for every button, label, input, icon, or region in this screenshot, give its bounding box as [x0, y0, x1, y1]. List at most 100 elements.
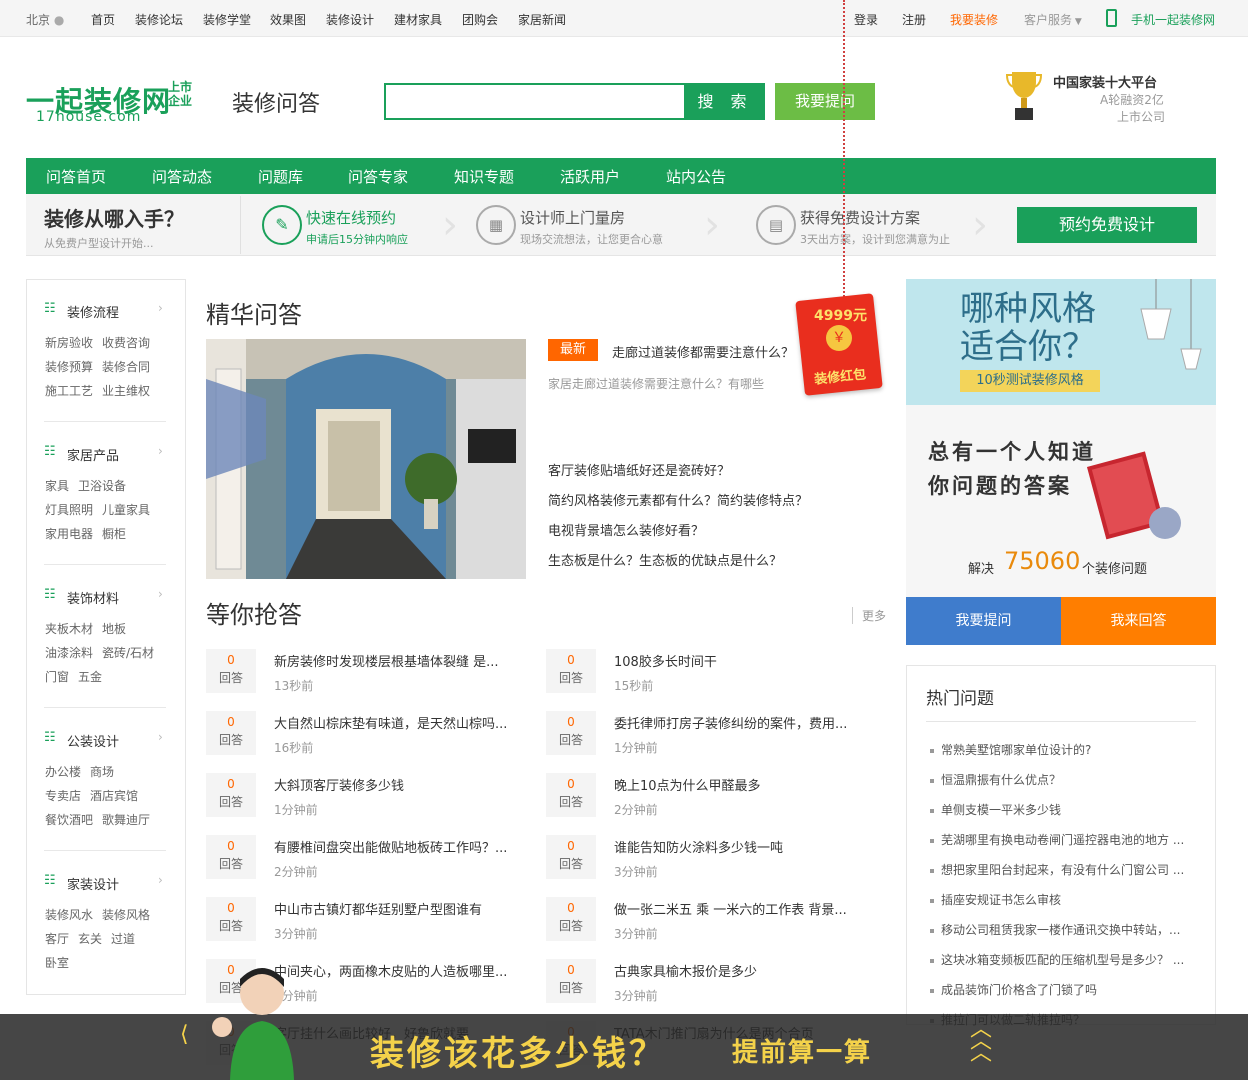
- tab-experts[interactable]: 问答专家: [348, 166, 408, 187]
- topnav-home[interactable]: 首页: [91, 11, 115, 28]
- sidebar-link[interactable]: 夹板木材: [45, 620, 93, 637]
- answer-count-box[interactable]: 0 回答: [206, 711, 256, 755]
- sidebar-link[interactable]: 门窗: [45, 668, 69, 685]
- sidebar-link[interactable]: 橱柜: [102, 525, 126, 542]
- question-link[interactable]: 谁能告知防火涂料多少钱一吨: [614, 837, 870, 856]
- question-link[interactable]: 中间夹心，两面橡木皮贴的人造板哪里...: [274, 961, 530, 980]
- tab-qa-home[interactable]: 问答首页: [46, 166, 106, 187]
- sidebar-link[interactable]: 餐饮酒吧: [45, 811, 93, 828]
- topnav-school[interactable]: 装修学堂: [203, 11, 251, 28]
- sidebar-link[interactable]: 装修预算: [45, 358, 93, 375]
- featured-link[interactable]: 客厅装修贴墙纸好还是瓷砖好？: [548, 460, 730, 479]
- featured-question-link[interactable]: 走廊过道装修都需要注意什么？: [612, 342, 794, 361]
- answer-count-box[interactable]: 0 回答: [546, 897, 596, 941]
- hot-question-link[interactable]: 想把家里阳台封起来，有没有什么门窗公司 ...: [930, 861, 1186, 878]
- sidebar-link[interactable]: 施工工艺: [45, 382, 93, 399]
- sidebar-category-title[interactable]: 公装设计: [67, 731, 119, 750]
- topnav-design[interactable]: 装修设计: [326, 11, 374, 28]
- topnav-groupbuy[interactable]: 团购会: [462, 11, 498, 28]
- mobile-site-link[interactable]: 手机一起装修网: [1131, 11, 1215, 28]
- hot-question-link[interactable]: 移动公司租赁我家一楼作通讯交换中转站，...: [930, 921, 1186, 938]
- answer-count-box[interactable]: 0 回答: [206, 835, 256, 879]
- question-link[interactable]: 古典家具榆木报价是多少: [614, 961, 870, 980]
- step3-title[interactable]: 获得免费设计方案: [800, 207, 920, 228]
- step2-title[interactable]: 设计师上门量房: [520, 207, 625, 228]
- question-link[interactable]: 大斜顶客厅装修多少钱: [274, 775, 530, 794]
- question-link[interactable]: 中山市古镇灯都华廷别墅户型图谁有: [274, 899, 530, 918]
- featured-link[interactable]: 电视背景墙怎么装修好看？: [548, 520, 704, 539]
- hot-question-link[interactable]: 成品装饰门价格含了门锁了吗: [930, 981, 1186, 998]
- search-input[interactable]: [384, 83, 686, 120]
- ask-question-side-button[interactable]: 我要提问: [906, 597, 1061, 645]
- sidebar-link[interactable]: 业主维权: [102, 382, 150, 399]
- sidebar-link[interactable]: 装修风格: [102, 906, 150, 923]
- hot-question-link[interactable]: 单侧支模一平米多少钱: [930, 801, 1186, 818]
- sidebar-link[interactable]: 酒店宾馆: [90, 787, 138, 804]
- tab-announcements[interactable]: 站内公告: [666, 166, 726, 187]
- sidebar-category-title[interactable]: 装饰材料: [67, 588, 119, 607]
- sidebar-link[interactable]: 五金: [78, 668, 102, 685]
- question-link[interactable]: 委托律师打房子装修纠纷的案件，费用...: [614, 713, 870, 732]
- sidebar-link[interactable]: 过道: [111, 930, 135, 947]
- sidebar-link[interactable]: 地板: [102, 620, 126, 637]
- sidebar-link[interactable]: 瓷砖/石材: [102, 644, 154, 661]
- question-link[interactable]: 108胶多长时间干: [614, 651, 870, 670]
- sidebar-link[interactable]: 装修风水: [45, 906, 93, 923]
- login-link[interactable]: 登录: [854, 11, 878, 28]
- answer-count-box[interactable]: 0 回答: [546, 649, 596, 693]
- more-link[interactable]: 更多: [852, 607, 886, 624]
- sidebar-link[interactable]: 油漆涂料: [45, 644, 93, 661]
- question-link[interactable]: 做一张二米五 乘 一米六的工作表 背景...: [614, 899, 870, 918]
- answer-count-box[interactable]: 0 回答: [206, 773, 256, 817]
- sidebar-category-title[interactable]: 家居产品: [67, 445, 119, 464]
- topnav-materials[interactable]: 建材家具: [394, 11, 442, 28]
- topnav-forum[interactable]: 装修论坛: [135, 11, 183, 28]
- hot-question-link[interactable]: 这块冰箱变频板匹配的压缩机型号是多少？ ...: [930, 951, 1186, 968]
- register-link[interactable]: 注册: [902, 11, 926, 28]
- sidebar-link[interactable]: 歌舞迪厅: [102, 811, 150, 828]
- answer-count-box[interactable]: 0 回答: [546, 773, 596, 817]
- sidebar-category-title[interactable]: 装修流程: [67, 302, 119, 321]
- answer-count-box[interactable]: 0 回答: [546, 959, 596, 1003]
- sidebar-link[interactable]: 客厅: [45, 930, 69, 947]
- sidebar-link[interactable]: 新房验收: [45, 334, 93, 351]
- hot-question-link[interactable]: 芜湖哪里有换电动卷闸门遥控器电池的地方 ...: [930, 831, 1186, 848]
- hot-question-link[interactable]: 恒温鼎振有什么优点？: [930, 771, 1186, 788]
- tab-question-bank[interactable]: 问题库: [258, 166, 303, 187]
- sidebar-link[interactable]: 儿童家具: [102, 501, 150, 518]
- city-selector[interactable]: 北京 ●: [26, 11, 64, 28]
- ask-question-button[interactable]: 我要提问: [775, 83, 875, 120]
- question-link[interactable]: 晚上10点为什么甲醛最多: [614, 775, 870, 794]
- featured-link[interactable]: 生态板是什么？生态板的优缺点是什么？: [548, 550, 782, 569]
- hot-question-link[interactable]: 常熟美墅馆哪家单位设计的?: [930, 741, 1186, 758]
- sidebar-link[interactable]: 家具: [45, 477, 69, 494]
- sidebar-link[interactable]: 卧室: [45, 954, 69, 971]
- topnav-gallery[interactable]: 效果图: [270, 11, 306, 28]
- tab-active-users[interactable]: 活跃用户: [560, 166, 620, 187]
- sidebar-link[interactable]: 装修合同: [102, 358, 150, 375]
- featured-link[interactable]: 简约风格装修元素都有什么？简约装修特点？: [548, 490, 808, 509]
- answer-count-box[interactable]: 0 回答: [206, 897, 256, 941]
- featured-image[interactable]: [206, 339, 526, 579]
- tab-qa-dynamics[interactable]: 问答动态: [152, 166, 212, 187]
- answer-question-button[interactable]: 我来回答: [1061, 597, 1216, 645]
- sidebar-link[interactable]: 专卖店: [45, 787, 81, 804]
- question-link[interactable]: 新房装修时发现楼层根基墙体裂缝 是...: [274, 651, 530, 670]
- sidebar-link[interactable]: 收费咨询: [102, 334, 150, 351]
- style-test-tag[interactable]: 10秒测试装修风格: [960, 370, 1100, 392]
- sidebar-link[interactable]: 商场: [90, 763, 114, 780]
- answer-count-box[interactable]: 0 回答: [206, 649, 256, 693]
- sidebar-category-title[interactable]: 家装设计: [67, 874, 119, 893]
- topnav-news[interactable]: 家居新闻: [518, 11, 566, 28]
- sidebar-link[interactable]: 办公楼: [45, 763, 81, 780]
- sidebar-link[interactable]: 灯具照明: [45, 501, 93, 518]
- step1-title[interactable]: 快速在线预约: [306, 207, 396, 228]
- question-link[interactable]: 大自然山棕床垫有味道，是天然山棕吗...: [274, 713, 530, 732]
- hot-question-link[interactable]: 插座安规证书怎么审核: [930, 891, 1186, 908]
- search-button[interactable]: 搜 索: [685, 83, 765, 120]
- question-link[interactable]: 有腰椎间盘突出能做贴地板砖工作吗？...: [274, 837, 530, 856]
- customer-service-menu[interactable]: 客户服务 ▼: [1024, 11, 1082, 28]
- want-decor-link[interactable]: 我要装修: [950, 11, 998, 28]
- answer-count-box[interactable]: 0 回答: [546, 835, 596, 879]
- sidebar-link[interactable]: 家用电器: [45, 525, 93, 542]
